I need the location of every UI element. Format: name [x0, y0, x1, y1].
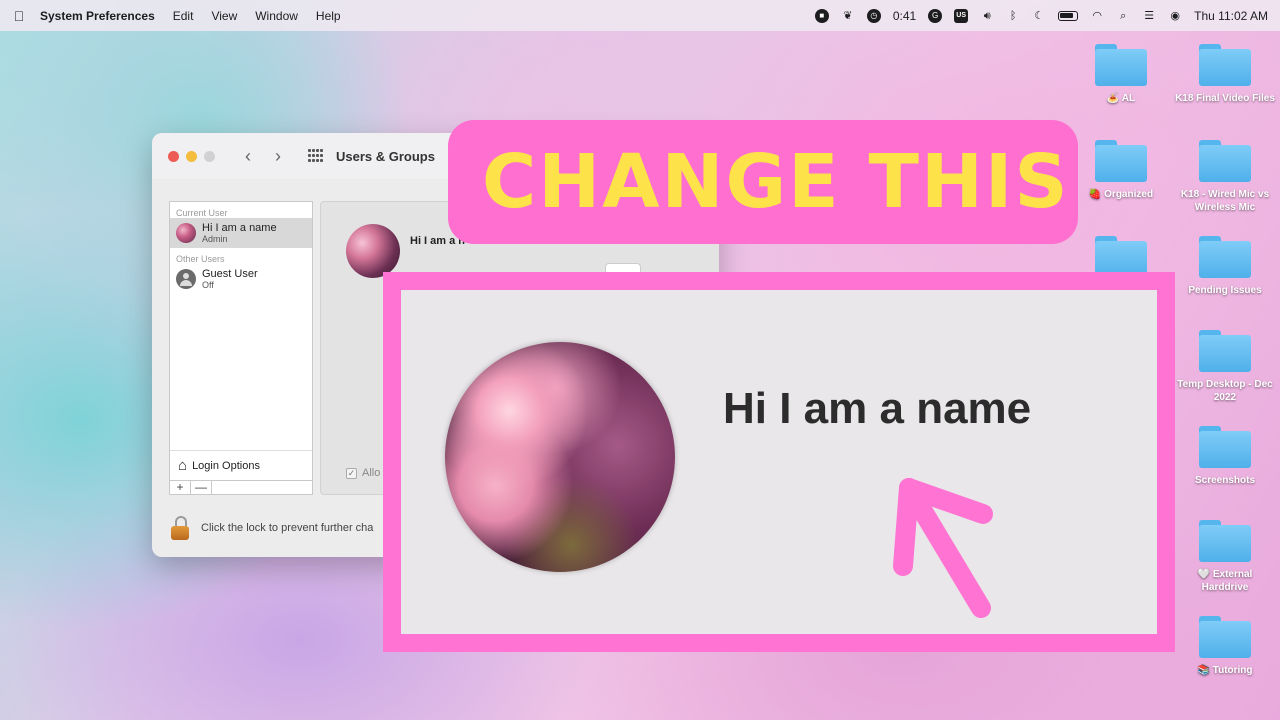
add-remove-bar: + —	[170, 480, 312, 495]
login-options-item[interactable]: ⌂ Login Options	[170, 450, 312, 480]
menu-edit[interactable]: Edit	[173, 9, 194, 23]
user-role: Admin	[202, 234, 228, 244]
menu-extras: ■ ❦ ◷ 0:41 G US 🔊︎ ᛒ ☾ ◠ ⌕ ☰ ◉ Thu 11:02…	[814, 8, 1268, 23]
banner-text: CHANGE THIS	[482, 139, 1070, 225]
lock-icon[interactable]	[169, 516, 191, 540]
minimize-button[interactable]	[186, 150, 197, 162]
folder-label: AL	[1121, 93, 1136, 104]
zoom-button[interactable]	[204, 150, 215, 162]
desktop-folder-pending-issues[interactable]: Pending Issues	[1175, 236, 1275, 297]
timer-readout[interactable]: 0:41	[893, 9, 916, 23]
timer-icon[interactable]: ◷	[866, 8, 881, 23]
wifi-icon[interactable]: ◠	[1090, 9, 1104, 23]
remove-user-button[interactable]: —	[191, 481, 212, 495]
folder-icon	[1199, 236, 1251, 278]
desktop-folder-temp-desktop[interactable]: Temp Desktop - Dec 2022	[1175, 330, 1275, 404]
volume-icon[interactable]: 🔊︎	[980, 9, 994, 23]
allow-admin-option[interactable]: ✓ Allo	[346, 467, 380, 479]
input-source-icon[interactable]: US	[954, 8, 969, 23]
folder-icon	[1199, 616, 1251, 658]
menu-window[interactable]: Window	[255, 9, 298, 23]
desktop-folder-tutoring[interactable]: 📚 Tutoring	[1175, 616, 1275, 677]
spotlight-search-icon[interactable]: ⌕	[1116, 9, 1130, 23]
allow-label: Allo	[362, 467, 381, 479]
zoomed-user-photo	[445, 342, 675, 572]
allow-checkbox[interactable]: ✓	[346, 467, 357, 479]
apple-menu-icon[interactable]: 	[12, 8, 26, 24]
zoomed-user-name: Hi I am a name	[723, 384, 1032, 433]
window-title: Users & Groups	[336, 148, 435, 164]
bluetooth-icon[interactable]: ᛒ	[1006, 9, 1020, 23]
desktop-folder-external-harddrive[interactable]: 🤍 External Harddrive	[1175, 520, 1275, 594]
folder-label: K18 - Wired Mic vs Wireless Mic	[1180, 189, 1270, 213]
grammarly-icon[interactable]: G	[928, 8, 943, 23]
house-icon: ⌂	[178, 457, 188, 474]
current-user-header: Current User	[176, 208, 228, 218]
lock-text: Click the lock to prevent further cha	[201, 522, 374, 534]
folder-label: Temp Desktop - Dec 2022	[1177, 379, 1273, 403]
folder-icon	[1199, 140, 1251, 182]
folder-icon	[1199, 426, 1251, 468]
battery-icon[interactable]	[1058, 10, 1079, 21]
desktop-folder-k18-final-video[interactable]: K18 Final Video Files	[1175, 44, 1275, 105]
folder-emoji: 🍓	[1088, 189, 1102, 200]
folder-icon	[1199, 520, 1251, 562]
avatar	[176, 223, 196, 243]
close-button[interactable]	[168, 150, 179, 162]
menu-view[interactable]: View	[211, 9, 237, 23]
folder-label: K18 Final Video Files	[1175, 93, 1275, 104]
folder-label: Screenshots	[1194, 475, 1256, 486]
folder-icon	[1199, 44, 1251, 86]
desktop-folder-al[interactable]: 🍝 AL	[1071, 44, 1171, 105]
evernote-icon[interactable]: ❦	[841, 9, 855, 23]
focus-moon-icon[interactable]: ☾	[1032, 9, 1046, 23]
folder-icon	[1199, 330, 1251, 372]
folder-label: 🤍 External Harddrive	[1197, 569, 1253, 593]
user-name: Hi I am a name	[202, 222, 277, 234]
user-row-current[interactable]: Hi I am a name Admin	[170, 218, 312, 248]
siri-icon[interactable]: ◉	[1168, 9, 1182, 23]
desktop-folder-organized[interactable]: 🍓 Organized	[1071, 140, 1171, 201]
folder-icon	[1095, 44, 1147, 86]
menu-bar:  System Preferences Edit View Window He…	[0, 0, 1280, 31]
record-icon[interactable]: ■	[814, 8, 829, 23]
user-row-guest[interactable]: Guest User Off	[170, 264, 312, 294]
folder-emoji: 🍝	[1106, 93, 1120, 104]
login-options-label: Login Options	[192, 459, 260, 472]
forward-chevron-icon[interactable]: ›	[270, 146, 286, 167]
control-center-icon[interactable]: ☰	[1142, 9, 1156, 23]
guest-avatar-icon	[176, 269, 196, 289]
user-list: Current User Hi I am a name Admin Other …	[169, 201, 313, 495]
zoom-callout: Hi I am a name	[401, 290, 1157, 634]
user-photo[interactable]	[346, 224, 400, 278]
folder-label: 📚 Tutoring	[1197, 665, 1253, 676]
lock-row: Click the lock to prevent further cha	[169, 516, 373, 540]
arrow-icon	[893, 478, 993, 618]
show-all-grid-icon[interactable]	[308, 149, 324, 163]
other-users-header: Other Users	[176, 254, 225, 264]
change-this-banner: CHANGE THIS	[448, 120, 1078, 244]
menu-clock[interactable]: Thu 11:02 AM	[1194, 9, 1268, 23]
desktop-folder-screenshots[interactable]: Screenshots	[1175, 426, 1275, 487]
back-chevron-icon[interactable]: ‹	[240, 146, 256, 167]
user-name: Guest User	[202, 268, 258, 280]
add-user-button[interactable]: +	[170, 481, 191, 495]
menu-help[interactable]: Help	[316, 9, 341, 23]
folder-icon	[1095, 140, 1147, 182]
folder-label: Pending Issues	[1188, 285, 1262, 296]
user-role: Off	[202, 280, 214, 290]
zoom-callout-frame: Hi I am a name	[383, 272, 1175, 652]
desktop-folder-k18-mic[interactable]: K18 - Wired Mic vs Wireless Mic	[1175, 140, 1275, 214]
menu-app-name[interactable]: System Preferences	[40, 9, 155, 23]
folder-label: Organized	[1104, 189, 1154, 200]
